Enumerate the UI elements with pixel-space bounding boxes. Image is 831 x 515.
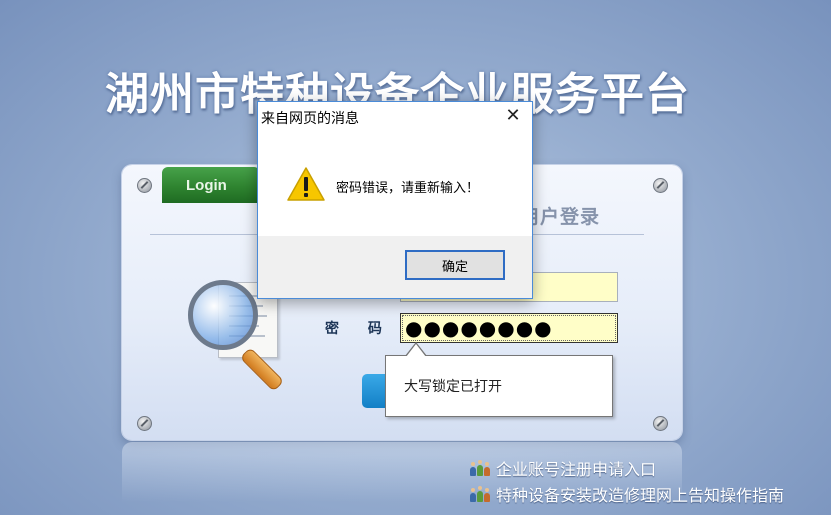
ok-button[interactable]: 确定 (405, 250, 505, 280)
people-icon (470, 460, 490, 476)
dialog-message: 密码错误，请重新输入！ (336, 181, 480, 196)
dialog-title: 来自网页的消息 (261, 111, 359, 127)
screw-icon (137, 416, 152, 431)
guide-link[interactable]: 特种设备安装改造修理网上告知操作指南 (470, 482, 784, 506)
capslock-tooltip: 大写锁定已打开 (385, 355, 613, 417)
tooltip-text: 大写锁定已打开 (404, 379, 502, 395)
guide-link-label[interactable]: 特种设备安装改造修理网上告知操作指南 (496, 482, 784, 506)
register-link[interactable]: 企业账号注册申请入口 (470, 456, 656, 480)
screw-icon (137, 178, 152, 193)
close-icon[interactable]: ✕ (504, 106, 522, 126)
warning-icon (287, 167, 325, 201)
people-icon (470, 486, 490, 502)
screw-icon (653, 416, 668, 431)
dialog-footer: 确定 (258, 236, 532, 298)
password-label: 密 码 (325, 321, 394, 337)
magnifier-icon (188, 280, 258, 350)
alert-dialog: 来自网页的消息 ✕ 密码错误，请重新输入！ 确定 (257, 101, 533, 299)
screw-icon (653, 178, 668, 193)
login-tab[interactable]: Login (162, 167, 260, 203)
register-link-label[interactable]: 企业账号注册申请入口 (496, 456, 656, 480)
password-input[interactable]: ●●●●●●●● (400, 313, 618, 343)
tooltip-tail-inner (406, 344, 426, 357)
